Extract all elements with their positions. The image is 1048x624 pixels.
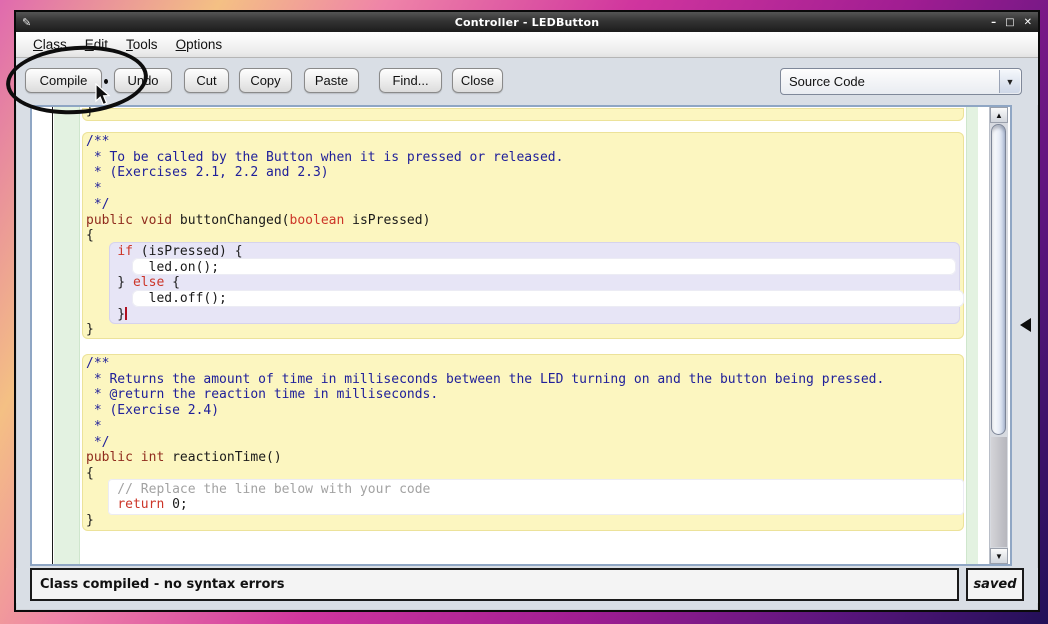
scope-method-partial <box>82 108 964 121</box>
cut-button[interactable]: Cut <box>184 68 229 93</box>
window-title: Controller - LEDButton <box>16 16 1038 29</box>
status-bar: Class compiled - no syntax errors saved <box>16 568 1038 603</box>
gutter-separator <box>52 107 53 564</box>
menu-bar: Class Edit Tools Options <box>16 32 1038 58</box>
annotation-left-triangle <box>1020 318 1031 332</box>
menu-class[interactable]: Class <box>24 32 76 57</box>
status-message: Class compiled - no syntax errors <box>30 568 959 601</box>
menu-edit[interactable]: Edit <box>76 32 117 57</box>
scroll-up-icon[interactable]: ▲ <box>990 107 1008 123</box>
close-button[interactable]: Close <box>452 68 503 93</box>
class-scope-strip-right <box>966 107 978 564</box>
view-selector-value: Source Code <box>781 74 999 89</box>
code-editor[interactable]: }/** * To be called by the Button when i… <box>30 105 1012 566</box>
scope-if-body <box>132 258 956 275</box>
close-icon[interactable]: ✕ <box>1024 17 1032 28</box>
view-selector[interactable]: Source Code ▼ <box>780 68 1022 95</box>
editor-window: ✎ Controller - LEDButton – □ ✕ Class Edi… <box>14 10 1040 612</box>
undo-button[interactable]: Undo <box>114 68 172 93</box>
scope-else-body <box>132 290 964 307</box>
compile-button[interactable]: Compile <box>25 68 102 93</box>
scroll-down-icon[interactable]: ▼ <box>990 548 1008 564</box>
scrollbar-track[interactable] <box>991 437 1007 547</box>
menu-tools[interactable]: Tools <box>117 32 167 57</box>
toolbar: Compile Undo Cut Copy Paste Find... Clos… <box>16 58 1038 105</box>
class-scope-strip-left <box>54 107 80 564</box>
find-button[interactable]: Find... <box>379 68 442 93</box>
chevron-down-icon[interactable]: ▼ <box>999 70 1020 93</box>
paste-button[interactable]: Paste <box>304 68 359 93</box>
saved-indicator: saved <box>966 568 1024 601</box>
copy-button[interactable]: Copy <box>239 68 292 93</box>
vertical-scrollbar[interactable]: ▲ ▼ <box>989 107 1008 564</box>
scrollbar-thumb[interactable] <box>991 124 1006 435</box>
menu-options[interactable]: Options <box>167 32 232 57</box>
title-bar: ✎ Controller - LEDButton – □ ✕ <box>16 12 1038 32</box>
annotation-dot <box>104 79 108 84</box>
minimize-icon[interactable]: – <box>991 17 996 28</box>
maximize-icon[interactable]: □ <box>1005 17 1014 28</box>
